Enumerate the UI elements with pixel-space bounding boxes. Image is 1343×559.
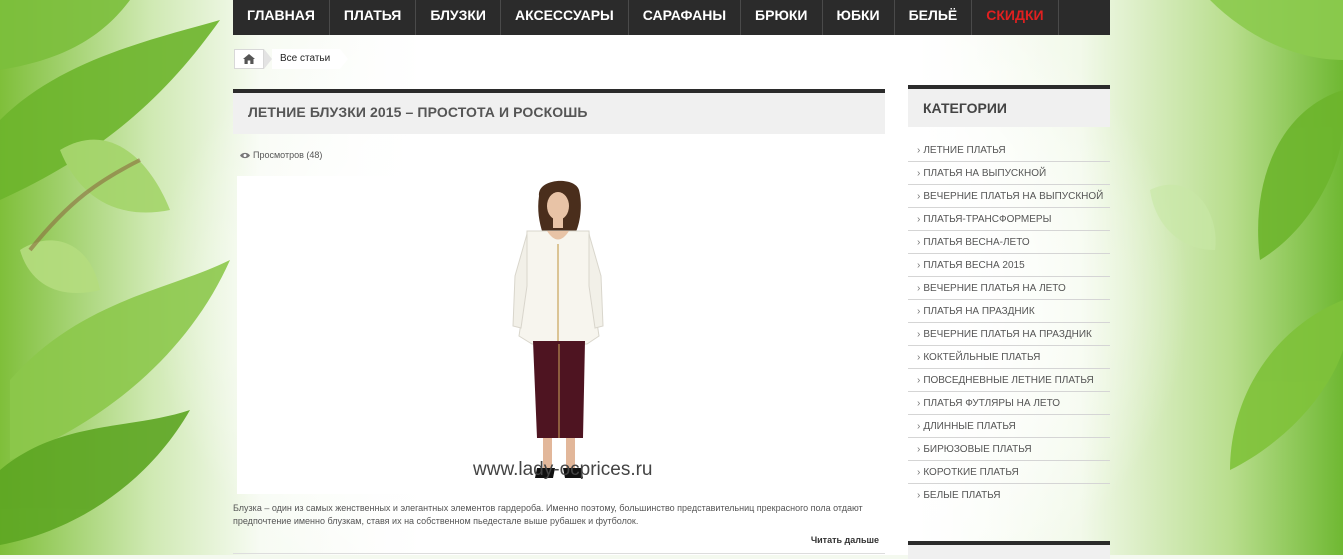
chevron-right-icon: › bbox=[917, 191, 921, 202]
image-watermark: www.lady-ocprices.ru bbox=[473, 459, 653, 480]
category-item[interactable]: › КОКТЕЙЛЬНЫЕ ПЛАТЬЯ bbox=[908, 346, 1110, 369]
nav-item-dresses[interactable]: ПЛАТЬЯ bbox=[330, 0, 417, 35]
nav-item-home[interactable]: ГЛАВНАЯ bbox=[233, 0, 330, 35]
category-label: ПЛАТЬЯ ФУТЛЯРЫ НА ЛЕТО bbox=[923, 398, 1061, 409]
breadcrumb-current[interactable]: Все статьи bbox=[272, 49, 341, 69]
read-more-link[interactable]: Читать дальше bbox=[811, 535, 879, 545]
category-item[interactable]: › ПЛАТЬЯ НА ВЫПУСКНОЙ bbox=[908, 162, 1110, 185]
nav-item-blouses[interactable]: БЛУЗКИ bbox=[416, 0, 501, 35]
chevron-right-icon: › bbox=[917, 398, 921, 409]
category-item[interactable]: › ВЕЧЕРНИЕ ПЛАТЬЯ НА ЛЕТО bbox=[908, 277, 1110, 300]
sidebar-title: КАТЕГОРИИ bbox=[923, 100, 1007, 116]
nav-item-trousers[interactable]: БРЮКИ bbox=[741, 0, 823, 35]
category-label: ЛЕТНИЕ ПЛАТЬЯ bbox=[923, 145, 1006, 156]
category-label: ПОВСЕДНЕВНЫЕ ЛЕТНИЕ ПЛАТЬЯ bbox=[923, 375, 1094, 386]
category-item[interactable]: › ВЕЧЕРНИЕ ПЛАТЬЯ НА ПРАЗДНИК bbox=[908, 323, 1110, 346]
chevron-right-icon: › bbox=[917, 306, 921, 317]
breadcrumb: Все статьи bbox=[234, 49, 349, 69]
views-counter: Просмотров (48) bbox=[240, 150, 885, 160]
category-label: ВЕЧЕРНИЕ ПЛАТЬЯ НА ЛЕТО bbox=[923, 283, 1066, 294]
chevron-right-icon: › bbox=[917, 421, 921, 432]
chevron-right-icon: › bbox=[917, 283, 921, 294]
breadcrumb-arrow bbox=[340, 49, 349, 69]
article: ЛЕТНИЕ БЛУЗКИ 2015 – ПРОСТОТА И РОСКОШЬ … bbox=[233, 89, 885, 554]
sidebar: КАТЕГОРИИ › ЛЕТНИЕ ПЛАТЬЯ › ПЛАТЬЯ НА ВЫПУ… bbox=[908, 85, 1110, 506]
chevron-right-icon: › bbox=[917, 329, 921, 340]
category-label: БЕЛЫЕ ПЛАТЬЯ bbox=[923, 490, 1001, 501]
nav-item-sale[interactable]: СКИДКИ bbox=[972, 0, 1059, 35]
category-item[interactable]: › ПОВСЕДНЕВНЫЕ ЛЕТНИЕ ПЛАТЬЯ bbox=[908, 369, 1110, 392]
category-item[interactable]: › БИРЮЗОВЫЕ ПЛАТЬЯ bbox=[908, 438, 1110, 461]
chevron-right-icon: › bbox=[917, 467, 921, 478]
article-header: ЛЕТНИЕ БЛУЗКИ 2015 – ПРОСТОТА И РОСКОШЬ bbox=[233, 89, 885, 134]
nav-item-skirts[interactable]: ЮБКИ bbox=[823, 0, 895, 35]
eye-icon bbox=[240, 152, 250, 158]
main-nav: ГЛАВНАЯ ПЛАТЬЯ БЛУЗКИ АКСЕССУАРЫ САРАФАН… bbox=[233, 0, 1110, 35]
category-label: ПЛАТЬЯ НА ПРАЗДНИК bbox=[923, 306, 1035, 317]
chevron-right-icon: › bbox=[917, 444, 921, 455]
chevron-right-icon: › bbox=[917, 260, 921, 271]
category-label: ПЛАТЬЯ ВЕСНА-ЛЕТО bbox=[923, 237, 1030, 248]
category-label: ПЛАТЬЯ ВЕСНА 2015 bbox=[923, 260, 1025, 271]
model-photo bbox=[512, 180, 604, 478]
chevron-right-icon: › bbox=[917, 145, 921, 156]
category-item[interactable]: › ПЛАТЬЯ ВЕСНА-ЛЕТО bbox=[908, 231, 1110, 254]
category-item[interactable]: › ПЛАТЬЯ-ТРАНСФОРМЕРЫ bbox=[908, 208, 1110, 231]
home-icon bbox=[243, 54, 255, 64]
article-divider bbox=[233, 553, 885, 554]
article-image[interactable]: www.lady-ocprices.ru bbox=[237, 176, 881, 494]
category-item[interactable]: › ПЛАТЬЯ ФУТЛЯРЫ НА ЛЕТО bbox=[908, 392, 1110, 415]
category-list: › ЛЕТНИЕ ПЛАТЬЯ › ПЛАТЬЯ НА ВЫПУСКНОЙ › ВЕЧ… bbox=[908, 127, 1110, 506]
category-label: БИРЮЗОВЫЕ ПЛАТЬЯ bbox=[923, 444, 1032, 455]
category-label: ПЛАТЬЯ-ТРАНСФОРМЕРЫ bbox=[923, 214, 1052, 225]
nav-item-sundresses[interactable]: САРАФАНЫ bbox=[629, 0, 742, 35]
category-item[interactable]: › ПЛАТЬЯ ВЕСНА 2015 bbox=[908, 254, 1110, 277]
sidebar-next-widget bbox=[908, 541, 1110, 559]
article-title[interactable]: ЛЕТНИЕ БЛУЗКИ 2015 – ПРОСТОТА И РОСКОШЬ bbox=[233, 93, 885, 120]
category-label: ВЕЧЕРНИЕ ПЛАТЬЯ НА ПРАЗДНИК bbox=[923, 329, 1092, 340]
chevron-right-icon: › bbox=[917, 490, 921, 501]
nav-item-accessories[interactable]: АКСЕССУАРЫ bbox=[501, 0, 629, 35]
category-item[interactable]: › БЕЛЫЕ ПЛАТЬЯ bbox=[908, 484, 1110, 506]
breadcrumb-home[interactable] bbox=[234, 49, 264, 69]
category-item[interactable]: › ПЛАТЬЯ НА ПРАЗДНИК bbox=[908, 300, 1110, 323]
nav-item-lingerie[interactable]: БЕЛЬЁ bbox=[895, 0, 973, 35]
category-item[interactable]: › ВЕЧЕРНИЕ ПЛАТЬЯ НА ВЫПУСКНОЙ bbox=[908, 185, 1110, 208]
category-item[interactable]: › КОРОТКИЕ ПЛАТЬЯ bbox=[908, 461, 1110, 484]
chevron-right-icon: › bbox=[917, 168, 921, 179]
chevron-right-icon: › bbox=[917, 375, 921, 386]
category-label: ВЕЧЕРНИЕ ПЛАТЬЯ НА ВЫПУСКНОЙ bbox=[923, 191, 1104, 202]
category-label: ДЛИННЫЕ ПЛАТЬЯ bbox=[923, 421, 1016, 432]
category-label: КОРОТКИЕ ПЛАТЬЯ bbox=[923, 467, 1019, 478]
chevron-right-icon: › bbox=[917, 352, 921, 363]
category-item[interactable]: › ДЛИННЫЕ ПЛАТЬЯ bbox=[908, 415, 1110, 438]
chevron-right-icon: › bbox=[917, 237, 921, 248]
views-text: Просмотров (48) bbox=[253, 150, 323, 160]
category-label: ПЛАТЬЯ НА ВЫПУСКНОЙ bbox=[923, 168, 1047, 179]
category-item[interactable]: › ЛЕТНИЕ ПЛАТЬЯ bbox=[908, 139, 1110, 162]
chevron-right-icon: › bbox=[917, 214, 921, 225]
article-excerpt: Блузка – один из самых женственных и эле… bbox=[233, 503, 863, 526]
sidebar-header: КАТЕГОРИИ bbox=[908, 85, 1110, 127]
category-label: КОКТЕЙЛЬНЫЕ ПЛАТЬЯ bbox=[923, 352, 1041, 363]
breadcrumb-separator bbox=[264, 49, 272, 69]
